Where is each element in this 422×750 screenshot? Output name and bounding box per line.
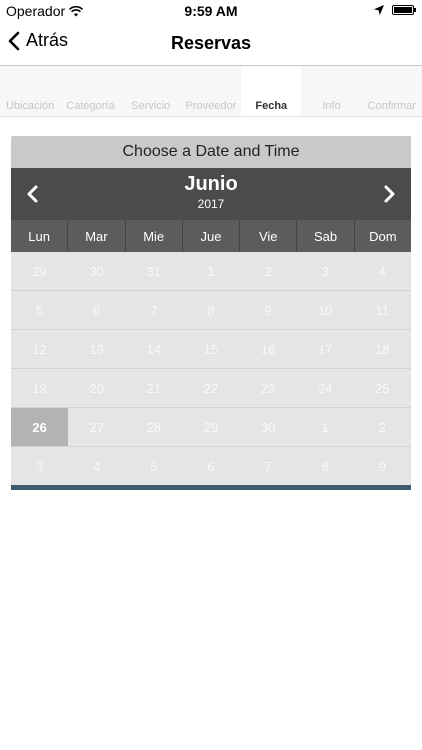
status-bar: Operador 9:59 AM (0, 0, 422, 22)
weekday-label: Lun (11, 220, 69, 252)
calendar-day[interactable]: 15 (182, 330, 239, 368)
day-grid: 29 30 31 1 2 3 4 5 6 7 8 9 10 11 12 13 14 15 16 17 18 19 20 21 2… (11, 252, 411, 485)
calendar-day[interactable]: 23 (240, 369, 297, 407)
calendar-header: Choose a Date and Time (11, 136, 411, 168)
weekday-header: Lun Mar Mie Jue Vie Sab Dom (11, 220, 411, 252)
calendar-day[interactable]: 12 (11, 330, 68, 368)
calendar-day[interactable]: 8 (182, 291, 239, 329)
calendar-week-row: 29 30 31 1 2 3 4 (11, 252, 411, 290)
calendar-day[interactable]: 4 (68, 447, 125, 485)
calendar-day[interactable]: 2 (240, 252, 297, 290)
calendar-footer-bar (11, 485, 411, 490)
month-bar: Junio 2017 (11, 168, 411, 220)
calendar-day[interactable]: 16 (240, 330, 297, 368)
next-month-button[interactable] (379, 184, 399, 204)
calendar-day[interactable]: 9 (240, 291, 297, 329)
calendar-day[interactable]: 6 (182, 447, 239, 485)
calendar-day[interactable]: 19 (11, 369, 68, 407)
calendar-day[interactable]: 11 (354, 291, 411, 329)
calendar-day[interactable]: 3 (11, 447, 68, 485)
step-categoria[interactable]: Categoría (60, 66, 120, 116)
weekday-label: Vie (240, 220, 298, 252)
step-fecha[interactable]: Fecha (241, 66, 302, 116)
location-arrow-icon (374, 5, 384, 15)
weekday-label: Mie (126, 220, 183, 252)
navigation-bar: Atrás Reservas (0, 22, 422, 66)
step-ubicacion[interactable]: Ubicación (0, 66, 60, 116)
status-indicators (374, 5, 416, 15)
chevron-right-icon (384, 185, 395, 203)
calendar-day[interactable]: 24 (297, 369, 354, 407)
calendar-day[interactable]: 22 (182, 369, 239, 407)
calendar-day[interactable]: 25 (354, 369, 411, 407)
calendar-day[interactable]: 7 (125, 291, 182, 329)
page-title: Reservas (170, 33, 252, 53)
step-confirmar[interactable]: Confirmar (362, 66, 422, 116)
calendar-day[interactable]: 5 (11, 291, 68, 329)
calendar-week-row: 19 20 21 22 23 24 25 (11, 368, 411, 407)
calendar-day[interactable]: 30 (240, 408, 297, 446)
calendar-day[interactable]: 27 (68, 408, 125, 446)
calendar-day[interactable]: 18 (354, 330, 411, 368)
calendar-day[interactable]: 28 (125, 408, 182, 446)
calendar-day[interactable]: 6 (68, 291, 125, 329)
calendar-day[interactable]: 8 (297, 447, 354, 485)
calendar-day[interactable]: 1 (182, 252, 239, 290)
calendar-day[interactable]: 31 (125, 252, 182, 290)
step-servicio[interactable]: Servicio (121, 66, 181, 116)
step-proveedor[interactable]: Proveedor (181, 66, 241, 116)
calendar-week-row: 5 6 7 8 9 10 11 (11, 290, 411, 329)
calendar-week-row: 3456789 (11, 446, 411, 485)
calendar-day[interactable]: 4 (354, 252, 411, 290)
month-label: Junio (184, 173, 238, 195)
calendar-day[interactable]: 5 (125, 447, 182, 485)
calendar-day[interactable]: 14 (125, 330, 182, 368)
calendar-day[interactable]: 30 (68, 252, 125, 290)
calendar-week-row: 12 13 14 15 16 17 18 (11, 329, 411, 368)
calendar-day[interactable]: 21 (125, 369, 182, 407)
calendar-day[interactable]: 29 (11, 252, 68, 290)
calendar-day[interactable]: 9 (354, 447, 411, 485)
weekday-label: Jue (183, 220, 241, 252)
year-label: 2017 (197, 197, 225, 211)
calendar-day[interactable]: 3 (297, 252, 354, 290)
weekday-label: Sab (297, 220, 355, 252)
calendar-week-row: 26 27 28 29 30 1 2 (11, 407, 411, 446)
weekday-label: Dom (369, 228, 397, 244)
calendar-day[interactable]: 10 (297, 291, 354, 329)
calendar: Choose a Date and Time Junio 2017 Lun Ma… (11, 136, 411, 490)
booking-steps: Ubicación Categoría Servicio Proveedor F… (0, 66, 422, 117)
battery-icon (392, 5, 416, 15)
calendar-day[interactable]: 1 (297, 408, 354, 446)
calendar-day[interactable]: 13 (68, 330, 125, 368)
calendar-day[interactable]: 7 (240, 447, 297, 485)
weekday-label: Mar (68, 220, 126, 252)
calendar-day[interactable]: 2 (354, 408, 411, 446)
calendar-day[interactable]: 20 (68, 369, 125, 407)
calendar-day[interactable]: 17 (297, 330, 354, 368)
step-info[interactable]: Info (301, 66, 361, 116)
status-time: 9:59 AM (184, 3, 238, 19)
calendar-day-selected[interactable]: 26 (11, 408, 69, 446)
calendar-day[interactable]: 29 (182, 408, 239, 446)
